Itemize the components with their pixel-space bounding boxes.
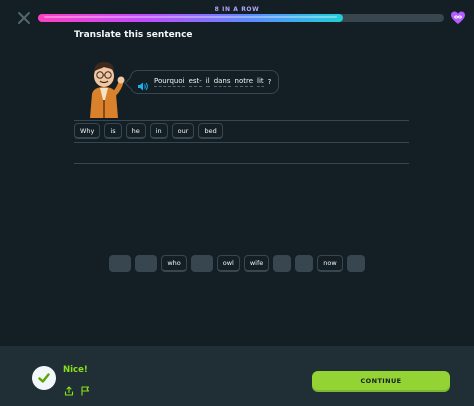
answer-line-bottom	[74, 163, 409, 164]
sentence-word[interactable]: il	[205, 77, 210, 87]
feedback-status: Nice!	[63, 365, 88, 375]
word-bank-slot-used	[346, 255, 365, 272]
flag-icon[interactable]	[80, 381, 90, 396]
word-bank-tile[interactable]: wife	[243, 255, 270, 272]
answer-line-top	[74, 120, 409, 121]
share-icon[interactable]	[64, 381, 74, 396]
page-title: Translate this sentence	[74, 30, 193, 40]
sentence-word: ?	[267, 77, 272, 86]
word-bank-slot-used	[295, 255, 314, 272]
progress-fill	[38, 14, 343, 22]
continue-button[interactable]: CONTINUE	[312, 371, 450, 390]
progress-bar	[38, 14, 444, 22]
speech-bubble: Pourquoi est- il dans notre lit ?	[130, 70, 280, 94]
check-icon	[38, 373, 50, 383]
character-illustration	[80, 60, 130, 120]
sentence-word[interactable]: lit	[257, 77, 264, 87]
word-bank-slot-used	[109, 255, 132, 272]
streak-label: 8 IN A ROW	[214, 6, 260, 13]
infinity-heart-icon[interactable]	[450, 10, 466, 26]
word-bank-tile[interactable]: now	[317, 255, 343, 272]
word-bank: who owl wife now	[0, 255, 474, 272]
word-bank-slot-used	[273, 255, 292, 272]
answer-line-middle	[74, 142, 409, 143]
word-bank-tile[interactable]: owl	[216, 255, 240, 272]
sentence-word[interactable]: notre	[234, 77, 254, 87]
answer-tile[interactable]: our	[171, 123, 195, 139]
word-bank-slot-used	[190, 255, 213, 272]
success-badge	[32, 366, 56, 390]
answer-tile[interactable]: Why	[74, 123, 101, 139]
answer-tile[interactable]: he	[125, 123, 146, 139]
answer-tiles: Why is he in our bed	[74, 123, 223, 139]
answer-tile[interactable]: bed	[198, 123, 223, 139]
sentence-word[interactable]: dans	[213, 77, 231, 87]
speaker-icon[interactable]	[137, 77, 148, 90]
answer-tile[interactable]: in	[149, 123, 168, 139]
answer-tile[interactable]: is	[104, 123, 122, 139]
word-bank-tile[interactable]: who	[161, 255, 187, 272]
word-bank-slot-used	[135, 255, 158, 272]
sentence-word[interactable]: est-	[188, 77, 202, 87]
sentence-word[interactable]: Pourquoi	[154, 77, 185, 87]
